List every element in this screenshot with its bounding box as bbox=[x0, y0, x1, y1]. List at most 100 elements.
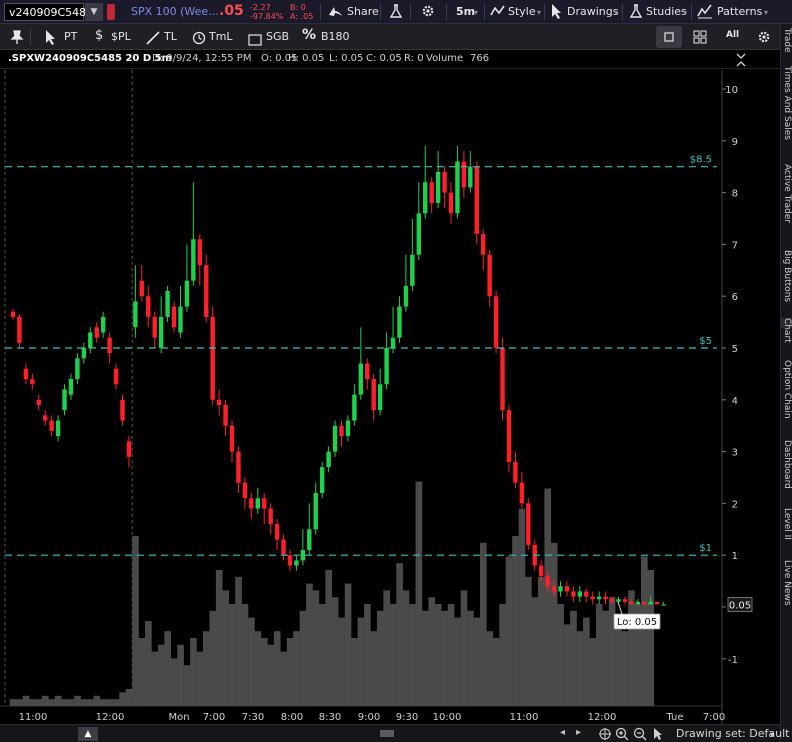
sidebar-tab-live-news[interactable]: Live News bbox=[781, 560, 792, 606]
drawings-label[interactable]: Drawings bbox=[567, 5, 618, 18]
sidebar-tab-chart[interactable]: Chart bbox=[781, 318, 792, 343]
volume-bar bbox=[183, 665, 191, 706]
flask-button[interactable] bbox=[388, 3, 404, 23]
scroll-left-arrow-icon[interactable]: ◂ bbox=[560, 727, 565, 738]
candle-body bbox=[416, 213, 421, 255]
layout-settings-button[interactable] bbox=[756, 29, 772, 49]
candle-body bbox=[538, 565, 544, 576]
tool-tl[interactable] bbox=[146, 30, 160, 49]
candle-body bbox=[390, 337, 396, 348]
studies-label[interactable]: Studies bbox=[646, 5, 687, 18]
sidebar-tab-option-chain[interactable]: Option Chain bbox=[781, 360, 792, 419]
collapse-chart-button[interactable] bbox=[734, 52, 748, 72]
candle-body bbox=[358, 363, 364, 395]
symbol-input[interactable]: v240909C5485 bbox=[4, 3, 93, 21]
drawing-set-chevron-icon[interactable]: ▾ bbox=[770, 730, 774, 739]
single-layout-button[interactable] bbox=[656, 26, 682, 48]
sidebar-tab-big-buttons[interactable]: Big Buttons bbox=[781, 250, 792, 302]
style-label[interactable]: Style bbox=[508, 5, 536, 18]
tool-tml[interactable] bbox=[192, 30, 206, 49]
tool-pt[interactable] bbox=[44, 29, 58, 49]
candle-body bbox=[429, 182, 434, 203]
volume-bar bbox=[563, 624, 571, 706]
tool-tml-label[interactable]: TmL bbox=[209, 30, 233, 43]
tool-pl-label[interactable]: $PL bbox=[111, 30, 131, 43]
pan-icon bbox=[599, 728, 611, 740]
volume-bar bbox=[9, 699, 17, 706]
studies-button[interactable] bbox=[628, 3, 644, 23]
percent-icon[interactable]: % bbox=[302, 27, 316, 43]
tool-tl-label[interactable]: TL bbox=[164, 30, 177, 43]
tool-sgb[interactable] bbox=[248, 31, 262, 50]
tool-pt-label[interactable]: PT bbox=[64, 30, 77, 43]
volume-label: Volume bbox=[426, 53, 464, 64]
scrollbar-thumb[interactable] bbox=[380, 730, 394, 737]
candle-body bbox=[120, 399, 125, 421]
candle-body bbox=[590, 596, 595, 600]
interval-selector[interactable]: 5m bbox=[456, 5, 475, 18]
sidebar-tab-times-and-sales[interactable]: Times And Sales bbox=[781, 66, 792, 140]
cursor-mode-button[interactable] bbox=[652, 726, 664, 742]
volume-bar bbox=[422, 610, 429, 706]
tool-sgb-label[interactable]: SGB bbox=[266, 30, 289, 43]
bar-range: R: 0 bbox=[404, 53, 424, 64]
volume-bar bbox=[486, 631, 494, 706]
candle-body bbox=[332, 425, 338, 452]
volume-bar bbox=[351, 638, 358, 706]
candle-body bbox=[551, 586, 557, 592]
scroll-right-arrow-icon[interactable]: ▸ bbox=[576, 727, 581, 738]
dollar-icon[interactable]: $ bbox=[95, 28, 103, 43]
volume-bar bbox=[364, 604, 371, 706]
candle-body bbox=[468, 166, 473, 188]
candle-body bbox=[442, 171, 447, 193]
sidebar-tab-active-trader[interactable]: Active Trader bbox=[781, 164, 792, 223]
patterns-button[interactable] bbox=[697, 3, 713, 23]
symbol-dropdown-button[interactable]: ▼ bbox=[85, 3, 103, 21]
chart-settings-button[interactable] bbox=[420, 3, 436, 23]
share-label[interactable]: Share bbox=[347, 5, 379, 18]
volume-bar bbox=[473, 617, 481, 706]
volume-bar bbox=[99, 699, 107, 706]
y-tick-label: 1 bbox=[732, 551, 738, 562]
style-button[interactable] bbox=[490, 3, 506, 23]
pin-button[interactable] bbox=[10, 29, 24, 49]
studies-chevron-icon: ▾ bbox=[683, 8, 688, 17]
candle-body bbox=[596, 596, 602, 600]
last-price-tag: 0.05 bbox=[729, 600, 751, 611]
sidebar-tab-level-ii[interactable]: Level II bbox=[781, 508, 792, 540]
price-level-label: $1 bbox=[699, 543, 712, 554]
x-tick-label: 11:00 bbox=[510, 712, 539, 723]
volume-bar bbox=[505, 556, 513, 706]
single-layout-icon bbox=[664, 32, 674, 42]
expand-panel-button[interactable]: ▲ bbox=[78, 727, 98, 741]
drawings-button[interactable] bbox=[550, 3, 564, 23]
x-tick-label: 10:00 bbox=[433, 712, 462, 723]
volume-bar bbox=[589, 638, 597, 706]
volume-bar bbox=[209, 610, 217, 706]
interval-chevron-icon[interactable]: ▾ bbox=[474, 8, 478, 17]
all-layouts-button[interactable]: All bbox=[726, 30, 739, 40]
patterns-label[interactable]: Patterns bbox=[717, 5, 762, 18]
sidebar-tab-dashboard[interactable]: Dashboard bbox=[781, 440, 792, 489]
net-change: -2.27 bbox=[250, 3, 271, 12]
drawing-tools-bar: PT $ $PL TL TmL SGB % B180 All bbox=[0, 24, 792, 50]
x-tick-label: 7:00 bbox=[703, 712, 725, 723]
chart-header: .SPXW240909C5485 20 D 5m D: 9/9/24, 12:5… bbox=[0, 50, 780, 69]
candle-body bbox=[178, 306, 183, 333]
candle-body bbox=[455, 161, 460, 214]
candle-body bbox=[242, 482, 248, 499]
pan-button[interactable] bbox=[598, 726, 612, 742]
zoom-in-button[interactable] bbox=[615, 726, 629, 742]
sidebar-tab-trade[interactable]: Trade bbox=[781, 28, 792, 53]
volume-bar bbox=[402, 590, 410, 706]
tool-b180-label[interactable]: B180 bbox=[321, 30, 350, 43]
drawings-chevron-icon: ▾ bbox=[614, 8, 619, 17]
volume-bar bbox=[125, 689, 133, 706]
link-color-tag[interactable] bbox=[107, 4, 115, 20]
grid-layout-button[interactable] bbox=[692, 29, 708, 49]
zoom-out-button[interactable] bbox=[633, 726, 647, 742]
share-button[interactable] bbox=[326, 3, 344, 23]
chart-symbol: .SPXW240909C5485 20 D 5m bbox=[8, 53, 173, 64]
price-chart[interactable]: $8.5$5$1 109876543210-1 11:0012:00Mon7:0… bbox=[0, 70, 780, 724]
bar-high: H: 0.05 bbox=[288, 53, 325, 64]
